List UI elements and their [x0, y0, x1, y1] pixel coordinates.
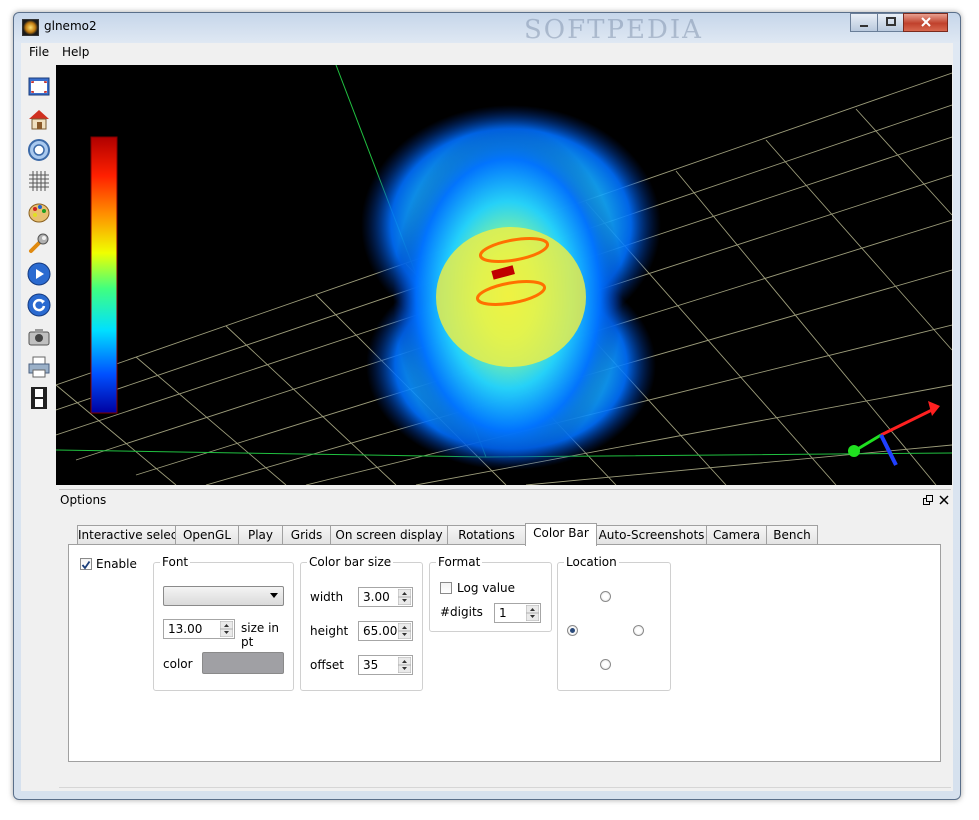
tab-color-bar[interactable]: Color Bar	[525, 523, 597, 546]
width-spinbox[interactable]: 3.00	[358, 587, 413, 607]
font-select[interactable]	[163, 586, 284, 606]
tab-camera[interactable]: Camera	[706, 525, 767, 545]
close-icon	[920, 17, 931, 27]
width-label: width	[310, 590, 344, 604]
menu-help[interactable]: Help	[62, 45, 89, 59]
printer-icon[interactable]	[27, 355, 51, 379]
tab-play[interactable]: Play	[238, 525, 283, 545]
spin-arrows-icon[interactable]	[398, 589, 411, 605]
wrench-icon[interactable]	[27, 231, 51, 255]
minimize-icon	[860, 25, 868, 27]
spin-arrows-icon[interactable]	[398, 623, 411, 639]
location-top-radio[interactable]	[600, 591, 611, 602]
height-spinbox[interactable]: 65.00	[358, 621, 413, 641]
play-icon[interactable]	[27, 262, 51, 286]
tab-on-screen-display[interactable]: On screen display	[330, 525, 448, 545]
film-icon[interactable]	[27, 386, 51, 410]
tab-grids[interactable]: Grids	[282, 525, 331, 545]
spin-arrows-icon[interactable]	[526, 605, 539, 621]
options-title: Options	[60, 493, 107, 507]
font-color-label: color	[163, 657, 193, 671]
checkmark-icon	[81, 560, 91, 570]
tab-bench[interactable]: Bench	[766, 525, 818, 545]
digits-spinbox[interactable]: 1	[494, 603, 541, 623]
main-area: Options Interactive select OpenGL Play G…	[21, 63, 953, 791]
options-header: Options	[59, 489, 951, 510]
spin-arrows-icon[interactable]	[220, 621, 233, 637]
options-panel: Options Interactive select OpenGL Play G…	[59, 489, 951, 787]
font-size-value: 13.00	[168, 622, 203, 636]
left-toolbar	[21, 63, 56, 487]
tab-interactive-select[interactable]: Interactive select	[77, 525, 182, 545]
height-label: height	[310, 624, 349, 638]
font-size-spinbox[interactable]: 13.00	[163, 619, 235, 639]
log-value-checkbox[interactable]	[440, 582, 452, 594]
offset-spinbox[interactable]: 35	[358, 655, 413, 675]
watermark: SOFTPEDIA	[524, 15, 703, 45]
particle-cloud	[361, 105, 661, 470]
tab-rotations[interactable]: Rotations	[447, 525, 526, 545]
app-window: glnemo2 SOFTPEDIA File Help Options Inte…	[13, 12, 961, 800]
location-group-title: Location	[564, 555, 619, 569]
title-bar[interactable]: glnemo2 SOFTPEDIA	[14, 13, 960, 45]
offset-value: 35	[363, 658, 379, 672]
home-icon[interactable]	[27, 107, 51, 131]
chevron-down-icon	[270, 593, 278, 598]
enable-label: Enable	[96, 557, 137, 571]
axis-gizmo	[848, 401, 940, 466]
font-group: Font 13.00 size in pt color	[153, 555, 294, 691]
font-color-button[interactable]	[202, 652, 284, 674]
maximize-button[interactable]	[877, 13, 904, 32]
spin-arrows-icon[interactable]	[398, 657, 411, 673]
tab-opengl[interactable]: OpenGL	[175, 525, 239, 545]
window-title: glnemo2	[44, 19, 97, 33]
location-right-radio[interactable]	[633, 625, 644, 636]
app-icon	[22, 19, 39, 36]
grid-icon[interactable]	[27, 169, 51, 193]
menu-file[interactable]: File	[29, 45, 49, 59]
color-bar	[90, 136, 118, 414]
font-group-title: Font	[160, 555, 191, 569]
log-value-label: Log value	[457, 581, 516, 595]
palette-icon[interactable]	[27, 200, 51, 224]
minimize-button[interactable]	[850, 13, 878, 32]
offset-label: offset	[310, 658, 344, 672]
menu-bar: File Help	[21, 43, 953, 63]
3d-viewport[interactable]	[56, 65, 952, 485]
size-group-title: Color bar size	[307, 555, 394, 569]
digits-value: 1	[499, 606, 507, 620]
refresh-icon[interactable]	[27, 293, 51, 317]
color-bar-size-group: Color bar size width 3.00 height 65.00 o…	[300, 555, 423, 691]
enable-checkbox[interactable]	[80, 558, 92, 570]
height-value: 65.00	[363, 624, 398, 638]
close-button[interactable]	[903, 13, 948, 32]
maximize-icon	[885, 17, 896, 26]
fullscreen-icon[interactable]	[27, 75, 51, 99]
location-bottom-radio[interactable]	[600, 659, 611, 670]
float-icon[interactable]	[923, 495, 933, 505]
location-left-radio[interactable]	[567, 625, 578, 636]
font-size-label: size in pt	[241, 621, 280, 649]
format-group: Format Log value #digits 1	[429, 555, 552, 632]
tab-auto-screenshots[interactable]: Auto-Screenshots	[596, 525, 707, 545]
camera-icon[interactable]	[27, 324, 51, 348]
color-bar-pane: Enable Font 13.00 size in pt color Color…	[68, 544, 941, 762]
width-value: 3.00	[363, 590, 390, 604]
format-group-title: Format	[436, 555, 483, 569]
digits-label: #digits	[440, 605, 483, 619]
location-group: Location	[557, 555, 671, 691]
zoom-icon[interactable]	[27, 138, 51, 162]
close-panel-icon[interactable]	[939, 495, 949, 505]
status-bar	[59, 787, 951, 789]
